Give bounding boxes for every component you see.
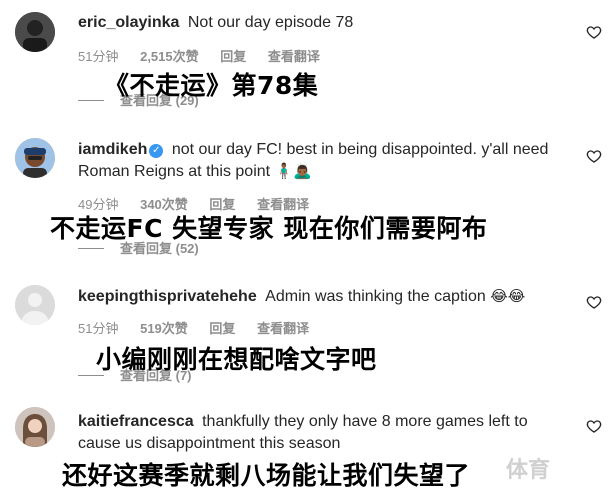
divider-line [78,100,104,101]
comment-time: 51分钟 [78,321,119,336]
verified-badge-icon: ✓ [149,144,164,158]
username[interactable]: kaitiefrancesca [78,413,194,430]
comment-emoji: 🧍🏾‍♂️🙇🏾‍♂️ [274,163,312,180]
avatar-image [15,138,55,178]
comment-meta: 51分钟 519次赞 回复 查看翻译 [78,318,327,337]
avatar[interactable] [15,285,55,325]
reply-button[interactable]: 回复 [220,49,246,64]
subtitle-caption: 不走运FC 失望专家 现在你们需要阿布 [50,214,488,243]
username[interactable]: keepingthisprivatehehe [78,288,257,305]
heart-outline-icon[interactable] [586,148,602,164]
watermark-logo: 体育 [506,458,551,483]
divider-line [78,248,104,249]
comment-emoji: 😂😂 [490,288,526,305]
heart-outline-icon[interactable] [586,24,602,40]
avatar[interactable] [15,12,55,52]
comment-time: 51分钟 [78,49,119,64]
comment-text: Not our day episode 78 [187,14,354,31]
comment-text: not our day FC! best in being disappoint… [78,141,549,180]
avatar-image [15,12,55,52]
subtitle-caption: 小编刚刚在想配啥文字吧 [96,345,377,374]
avatar[interactable] [15,407,55,447]
translate-link[interactable]: 查看翻译 [257,321,309,336]
reply-button[interactable]: 回复 [209,321,235,336]
subtitle-caption: 《不走运》第78集 [104,71,319,100]
like-count[interactable]: 2,515次赞 [140,49,199,64]
translate-link[interactable]: 查看翻译 [268,49,320,64]
username[interactable]: eric_olayinka [78,14,179,31]
heart-outline-icon[interactable] [586,418,602,434]
like-count[interactable]: 519次赞 [140,321,188,336]
default-avatar-icon [15,285,55,325]
comment-text: Admin was thinking the caption [265,288,486,305]
subtitle-caption: 还好这赛季就剩八场能让我们失望了 [62,461,471,490]
comment-meta: 51分钟 2,515次赞 回复 查看翻译 [78,46,338,65]
avatar-image [15,407,55,447]
heart-outline-icon[interactable] [586,294,602,310]
username[interactable]: iamdikeh [78,141,147,158]
avatar[interactable] [15,138,55,178]
